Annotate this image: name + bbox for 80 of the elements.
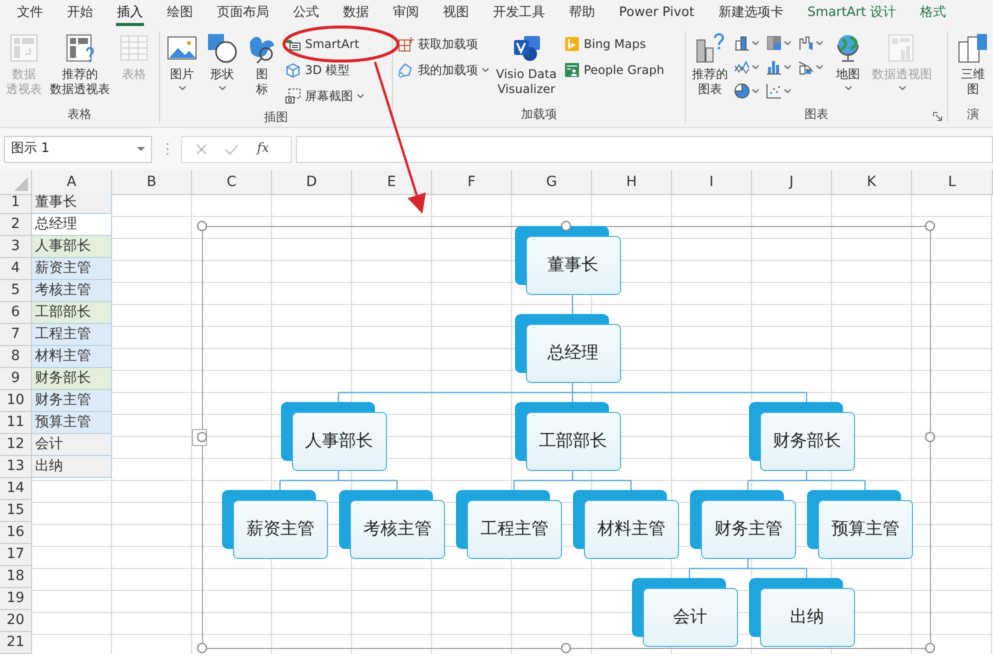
table-cell: 财务部长 [32,368,112,390]
row-header[interactable]: 17 [0,544,32,566]
row-header[interactable]: 4 [0,258,32,280]
ribbon-button[interactable]: SmartArt [283,32,366,56]
table-cell: 财务主管 [32,390,112,412]
ribbon-tab[interactable]: Power Pivot [607,0,706,26]
row-header[interactable]: 16 [0,522,32,544]
group-label: 演 [967,107,979,121]
name-box[interactable]: 图示 1 [4,136,152,162]
table-cell: 会计 [32,434,112,456]
group-label: 插图 [264,110,288,124]
table-cell: 薪资主管 [32,258,112,280]
row-header[interactable]: 3 [0,236,32,258]
table-cell: 预算主管 [32,412,112,434]
column-header[interactable]: I [672,170,752,195]
group-label: 加载项 [521,107,557,121]
table-cell: 工程主管 [32,324,112,346]
table-cell: 工部部长 [32,302,112,324]
ribbon-button[interactable]: People Graph [562,58,666,82]
row-header[interactable]: 20 [0,610,32,632]
row-header[interactable]: 6 [0,302,32,324]
row-header[interactable]: 21 [0,632,32,654]
row-header[interactable]: 11 [0,412,32,434]
row-header[interactable]: 15 [0,500,32,522]
row-header[interactable]: 2 [0,214,32,236]
ribbon-tab[interactable]: 页面布局 [205,0,281,26]
row-header[interactable]: 8 [0,346,32,368]
column-header[interactable]: G [512,170,592,195]
group-label: 表格 [68,107,92,121]
column-header[interactable]: K [832,170,912,195]
ribbon-tab[interactable]: 视图 [431,0,481,26]
row-header[interactable]: 7 [0,324,32,346]
column-header[interactable]: L [912,170,993,195]
ribbon-tab[interactable]: 文件 [5,0,55,26]
table-cell: 总经理 [32,214,112,236]
ribbon-tab[interactable]: 开发工具 [481,0,557,26]
row-header[interactable]: 13 [0,456,32,478]
ribbon-button[interactable]: Visio Data Visualizer [493,32,560,97]
row-header[interactable]: 9 [0,368,32,390]
ribbon-button[interactable]: 3D 模型 [283,58,366,82]
ribbon-tab[interactable]: 绘图 [155,0,205,26]
table-cell: 出纳 [32,456,112,478]
column-header[interactable]: C [192,170,272,195]
ribbon-button[interactable]: 屏幕截图 [283,84,366,108]
ribbon-button[interactable]: 图片 [163,32,201,90]
ribbon-tab[interactable]: 新建选项卡 [706,0,796,26]
ribbon-tab[interactable]: 帮助 [557,0,607,26]
insert-function-button[interactable]: fx [257,139,270,159]
row-header[interactable]: 14 [0,478,32,500]
ribbon-button[interactable]: 我的加载项 [396,58,491,82]
row-header[interactable]: 18 [0,566,32,588]
row-header[interactable]: 5 [0,280,32,302]
ribbon-button[interactable]: 形状 [203,32,241,90]
column-header[interactable]: E [352,170,432,195]
ribbon-tab[interactable]: 格式 [908,0,958,26]
ribbon-button[interactable]: 获取加载项 [396,32,491,56]
ribbon-button[interactable]: 推荐的 数据透视表 [47,32,113,97]
ribbon-tab[interactable]: 数据 [331,0,381,26]
table-cell: 考核主管 [32,280,112,302]
table-cell: 材料主管 [32,346,112,368]
row-header[interactable]: 12 [0,434,32,456]
table-cell: 人事部长 [32,236,112,258]
row-header[interactable]: 19 [0,588,32,610]
column-header[interactable]: F [432,170,512,195]
ribbon-button[interactable]: 图 标 [243,32,281,97]
column-header[interactable]: J [752,170,832,195]
table-cell: 董事长 [32,192,112,214]
ribbon-button[interactable]: 地图 [829,32,867,90]
ribbon-button[interactable]: 三维 图 [954,32,992,97]
ribbon-tab[interactable]: 开始 [55,0,105,26]
ribbon-tab[interactable]: SmartArt 设计 [795,0,908,26]
ribbon-button[interactable]: 推荐的 图表 [689,32,731,97]
column-header[interactable]: H [592,170,672,195]
row-header[interactable]: 10 [0,390,32,412]
ribbon-button[interactable]: Bing Maps [562,32,666,56]
ribbon-tab[interactable]: 审阅 [381,0,431,26]
column-header[interactable]: D [272,170,352,195]
ribbon-tab[interactable]: 公式 [281,0,331,26]
group-label: 图表 [804,107,828,121]
column-header[interactable]: B [112,170,192,195]
